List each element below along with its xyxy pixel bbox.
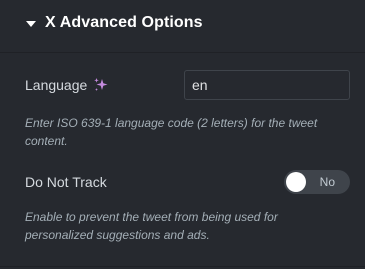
do-not-track-label: Do Not Track [25, 174, 107, 190]
language-label: Language [25, 77, 88, 93]
language-control: Language [25, 69, 350, 101]
do-not-track-description: Enable to prevent the tweet from being u… [25, 210, 278, 242]
section-divider [0, 52, 365, 53]
language-input[interactable] [184, 70, 350, 100]
section-title: X Advanced Options [45, 14, 203, 31]
language-description: Enter ISO 639-1 language code (2 letters… [25, 116, 318, 148]
ai-sparkle-icon[interactable] [93, 77, 109, 93]
toggle-knob [286, 172, 306, 192]
bottom-divider [0, 266, 365, 267]
toggle-state-label: No [319, 175, 335, 189]
language-label-group: Language [25, 77, 109, 93]
caret-down-icon [26, 20, 36, 27]
do-not-track-toggle[interactable]: No [284, 170, 350, 194]
section-header-x-advanced-options[interactable]: X Advanced Options [26, 14, 203, 32]
